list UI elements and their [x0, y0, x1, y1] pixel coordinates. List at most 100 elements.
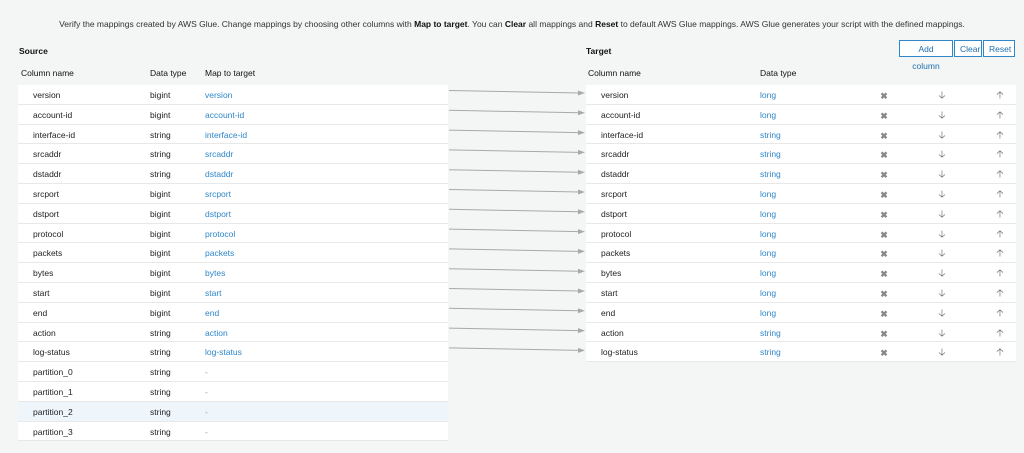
- source-row[interactable]: partition_3 string -: [18, 422, 448, 442]
- remove-icon[interactable]: ✖: [878, 308, 890, 320]
- source-row[interactable]: start bigint start: [18, 283, 448, 303]
- move-down-icon[interactable]: 🡣: [936, 209, 948, 221]
- target-data-type-link[interactable]: string: [760, 347, 781, 357]
- remove-icon[interactable]: ✖: [878, 229, 890, 241]
- remove-icon[interactable]: ✖: [878, 110, 890, 122]
- map-to-target-link[interactable]: dstport: [205, 209, 231, 219]
- map-to-target-link[interactable]: -: [205, 367, 208, 377]
- move-up-icon[interactable]: 🡡: [994, 308, 1006, 320]
- map-to-target-link[interactable]: packets: [205, 248, 234, 258]
- remove-icon[interactable]: ✖: [878, 149, 890, 161]
- move-down-icon[interactable]: 🡣: [936, 248, 948, 260]
- remove-icon[interactable]: ✖: [878, 248, 890, 260]
- remove-icon[interactable]: ✖: [878, 130, 890, 142]
- source-row[interactable]: dstaddr string dstaddr: [18, 164, 448, 184]
- map-to-target-link[interactable]: action: [205, 328, 228, 338]
- reset-button[interactable]: Reset: [983, 40, 1015, 57]
- move-down-icon[interactable]: 🡣: [936, 189, 948, 201]
- target-data-type-link[interactable]: long: [760, 209, 776, 219]
- source-row[interactable]: interface-id string interface-id: [18, 125, 448, 145]
- target-row: bytes long ✖ 🡣 🡡: [586, 263, 1016, 283]
- move-up-icon[interactable]: 🡡: [994, 268, 1006, 280]
- remove-icon[interactable]: ✖: [878, 209, 890, 221]
- move-up-icon[interactable]: 🡡: [994, 229, 1006, 241]
- remove-icon[interactable]: ✖: [878, 90, 890, 102]
- move-down-icon[interactable]: 🡣: [936, 268, 948, 280]
- source-row[interactable]: version bigint version: [18, 85, 448, 105]
- source-header-row: Column name Data type Map to target: [18, 68, 448, 80]
- map-to-target-link[interactable]: protocol: [205, 229, 235, 239]
- remove-icon[interactable]: ✖: [878, 169, 890, 181]
- source-row[interactable]: srcaddr string srcaddr: [18, 144, 448, 165]
- source-row[interactable]: log-status string log-status: [18, 342, 448, 363]
- add-column-button[interactable]: Add column: [899, 40, 953, 71]
- source-row[interactable]: partition_2 string -: [18, 401, 448, 422]
- source-column-name: end: [33, 307, 48, 318]
- source-row[interactable]: account-id bigint account-id: [18, 105, 448, 125]
- target-data-type-link[interactable]: string: [760, 149, 781, 159]
- source-row[interactable]: action string action: [18, 323, 448, 343]
- target-data-type-link[interactable]: long: [760, 110, 776, 120]
- target-data-type-link[interactable]: long: [760, 189, 776, 199]
- source-row[interactable]: partition_1 string -: [18, 382, 448, 402]
- source-row[interactable]: protocol bigint protocol: [18, 224, 448, 244]
- target-data-type-link[interactable]: long: [760, 229, 776, 239]
- move-up-icon[interactable]: 🡡: [994, 328, 1006, 340]
- map-to-target-link[interactable]: srcaddr: [205, 149, 233, 159]
- map-to-target-link[interactable]: account-id: [205, 110, 244, 120]
- map-to-target-link[interactable]: dstaddr: [205, 169, 233, 179]
- map-to-target-link[interactable]: -: [205, 427, 208, 437]
- map-to-target-link[interactable]: start: [205, 288, 222, 298]
- mapping-arrow-line: [448, 248, 580, 252]
- move-up-icon[interactable]: 🡡: [994, 169, 1006, 181]
- target-data-type-link[interactable]: long: [760, 90, 776, 100]
- move-down-icon[interactable]: 🡣: [936, 90, 948, 102]
- move-up-icon[interactable]: 🡡: [994, 110, 1006, 122]
- move-down-icon[interactable]: 🡣: [936, 347, 948, 359]
- remove-icon[interactable]: ✖: [878, 328, 890, 340]
- map-to-target-link[interactable]: interface-id: [205, 130, 247, 140]
- move-up-icon[interactable]: 🡡: [994, 90, 1006, 102]
- move-down-icon[interactable]: 🡣: [936, 130, 948, 142]
- move-up-icon[interactable]: 🡡: [994, 288, 1006, 300]
- target-data-type-link[interactable]: long: [760, 248, 776, 258]
- move-up-icon[interactable]: 🡡: [994, 347, 1006, 359]
- remove-icon[interactable]: ✖: [878, 268, 890, 280]
- source-row[interactable]: dstport bigint dstport: [18, 204, 448, 224]
- move-up-icon[interactable]: 🡡: [994, 130, 1006, 142]
- target-row: account-id long ✖ 🡣 🡡: [586, 105, 1016, 125]
- source-row[interactable]: packets bigint packets: [18, 243, 448, 264]
- move-down-icon[interactable]: 🡣: [936, 288, 948, 300]
- clear-button[interactable]: Clear: [954, 40, 982, 57]
- move-down-icon[interactable]: 🡣: [936, 308, 948, 320]
- map-to-target-link[interactable]: -: [205, 407, 208, 417]
- move-down-icon[interactable]: 🡣: [936, 149, 948, 161]
- remove-icon[interactable]: ✖: [878, 288, 890, 300]
- target-data-type-link[interactable]: string: [760, 130, 781, 140]
- move-up-icon[interactable]: 🡡: [994, 248, 1006, 260]
- target-data-type-link[interactable]: long: [760, 308, 776, 318]
- move-up-icon[interactable]: 🡡: [994, 189, 1006, 201]
- move-down-icon[interactable]: 🡣: [936, 169, 948, 181]
- source-row[interactable]: srcport bigint srcport: [18, 184, 448, 204]
- source-row[interactable]: partition_0 string -: [18, 362, 448, 382]
- target-data-type-link[interactable]: string: [760, 328, 781, 338]
- target-data-type-link[interactable]: string: [760, 169, 781, 179]
- map-to-target-link[interactable]: log-status: [205, 347, 242, 357]
- move-down-icon[interactable]: 🡣: [936, 229, 948, 241]
- source-row[interactable]: end bigint end: [18, 303, 448, 323]
- target-data-type-link[interactable]: long: [760, 268, 776, 278]
- map-to-target-link[interactable]: -: [205, 387, 208, 397]
- remove-icon[interactable]: ✖: [878, 189, 890, 201]
- move-down-icon[interactable]: 🡣: [936, 328, 948, 340]
- map-to-target-link[interactable]: bytes: [205, 268, 225, 278]
- source-row[interactable]: bytes bigint bytes: [18, 263, 448, 283]
- remove-icon[interactable]: ✖: [878, 347, 890, 359]
- move-up-icon[interactable]: 🡡: [994, 209, 1006, 221]
- map-to-target-link[interactable]: version: [205, 90, 232, 100]
- target-data-type-link[interactable]: long: [760, 288, 776, 298]
- move-down-icon[interactable]: 🡣: [936, 110, 948, 122]
- map-to-target-link[interactable]: srcport: [205, 189, 231, 199]
- map-to-target-link[interactable]: end: [205, 308, 219, 318]
- move-up-icon[interactable]: 🡡: [994, 149, 1006, 161]
